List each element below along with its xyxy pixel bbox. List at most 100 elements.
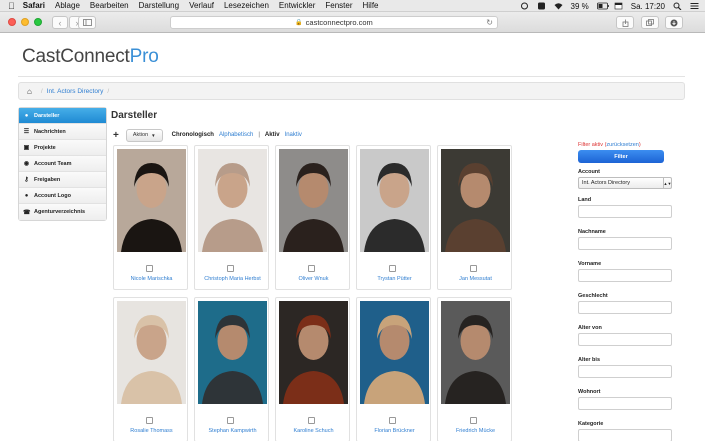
actor-select-checkbox[interactable] [308, 265, 315, 272]
filter-input-field[interactable] [578, 333, 672, 346]
sidebar-item-darsteller[interactable]: ● Darsteller [19, 108, 106, 124]
sort-chronological[interactable]: Chronologisch [172, 132, 214, 138]
sidebar-item-freigaben[interactable]: ⚷ Freigaben [19, 172, 106, 188]
actor-name-link[interactable]: Christoph Maria Herbst [195, 276, 270, 282]
window-minimize-button[interactable] [21, 18, 29, 26]
actor-name-link[interactable]: Stephan Kampwirth [195, 428, 270, 434]
actor-select-checkbox[interactable] [389, 265, 396, 272]
actor-photo[interactable] [117, 149, 186, 252]
actor-card[interactable]: Nicole Marischka [113, 145, 188, 290]
menu-verlauf[interactable]: Verlauf [189, 1, 214, 10]
menu-safari[interactable]: Safari [23, 1, 45, 10]
filter-input-field[interactable] [578, 429, 672, 441]
tabs-overview-button[interactable] [641, 16, 659, 29]
sidebar-item-nachrichten[interactable]: ☰ Nachrichten [19, 124, 106, 140]
actor-name-link[interactable]: Trystan Pütter [357, 276, 432, 282]
share-button[interactable] [616, 16, 634, 29]
actor-photo[interactable] [117, 301, 186, 404]
actor-card[interactable]: Karoline Schuch [275, 297, 350, 441]
actor-select-checkbox[interactable] [146, 265, 153, 272]
actor-select-checkbox[interactable] [146, 417, 153, 424]
breadcrumb-separator: / [40, 87, 43, 95]
actor-name-link[interactable]: Karoline Schuch [276, 428, 351, 434]
window-close-button[interactable] [8, 18, 16, 26]
actor-card[interactable]: Trystan Pütter [356, 145, 431, 290]
window-zoom-button[interactable] [34, 18, 42, 26]
actor-name-link[interactable]: Nicole Marischka [114, 276, 189, 282]
caret-down-icon: ▼ [151, 132, 156, 138]
sidebar-item-agenturverzeichnis[interactable]: ☎ Agenturverzeichnis [19, 204, 106, 220]
sidebar-icon [82, 19, 92, 26]
actor-card[interactable]: Florian Brückner [356, 297, 431, 441]
filter-button[interactable]: Filter [578, 150, 664, 163]
menu-darstellung[interactable]: Darstellung [139, 1, 179, 10]
menu-entwickler[interactable]: Entwickler [279, 1, 315, 10]
actor-select-checkbox[interactable] [470, 417, 477, 424]
filter-input-field[interactable] [578, 301, 672, 314]
sync-icon[interactable] [520, 2, 529, 10]
actor-select-checkbox[interactable] [308, 417, 315, 424]
actor-name-link[interactable]: Rosalie Thomass [114, 428, 189, 434]
filter-active-toggle[interactable]: Aktiv [265, 132, 280, 138]
reload-icon[interactable]: ↻ [486, 17, 493, 29]
actor-photo[interactable] [441, 301, 510, 404]
input-language-icon[interactable] [614, 2, 623, 10]
actor-select-checkbox[interactable] [227, 417, 234, 424]
clock[interactable]: Sa. 17:20 [631, 2, 665, 11]
sidebar-item-account-team[interactable]: ◉ Account Team [19, 156, 106, 172]
wifi-icon[interactable] [554, 2, 563, 10]
menu-bearbeiten[interactable]: Bearbeiten [90, 1, 129, 10]
actor-card[interactable]: Jan Messutat [437, 145, 512, 290]
actor-name-link[interactable]: Jan Messutat [438, 276, 513, 282]
filter-input-field[interactable] [578, 205, 672, 218]
actor-photo[interactable] [279, 301, 348, 404]
apple-icon[interactable]:  [8, 1, 15, 11]
app-icon[interactable] [537, 2, 546, 10]
account-select[interactable]: Int. Actors Directory ▲▼ [578, 177, 672, 189]
actor-photo[interactable] [198, 301, 267, 404]
notification-center-icon[interactable] [690, 2, 699, 10]
filter-input-field[interactable] [578, 397, 672, 410]
action-dropdown[interactable]: Aktion ▼ [125, 128, 163, 142]
actor-card[interactable]: Stephan Kampwirth [194, 297, 269, 441]
actor-card[interactable]: Friedrich Mücke [437, 297, 512, 441]
actor-card[interactable]: Christoph Maria Herbst [194, 145, 269, 290]
breadcrumb-link-directory[interactable]: Int. Actors Directory [47, 88, 104, 95]
spotlight-icon[interactable] [673, 2, 682, 11]
actor-select-checkbox[interactable] [470, 265, 477, 272]
menu-fenster[interactable]: Fenster [325, 1, 352, 10]
filter-input-field[interactable] [578, 365, 672, 378]
actor-name-link[interactable]: Florian Brückner [357, 428, 432, 434]
actor-card[interactable]: Oliver Wnuk [275, 145, 350, 290]
sort-alphabetical[interactable]: Alphabetisch [219, 132, 253, 138]
actor-name-link[interactable]: Friedrich Mücke [438, 428, 513, 434]
actor-name-link[interactable]: Oliver Wnuk [276, 276, 351, 282]
sidebar-toggle-button[interactable] [78, 16, 96, 29]
home-icon[interactable]: ⌂ [27, 87, 32, 96]
sidebar-item-projekte[interactable]: ▣ Projekte [19, 140, 106, 156]
filter-inactive-toggle[interactable]: Inaktiv [285, 132, 302, 138]
add-actor-button[interactable]: + [113, 130, 119, 141]
actor-select-checkbox[interactable] [227, 265, 234, 272]
site-logo[interactable]: CastConnectPro [22, 46, 159, 68]
filter-input-field[interactable] [578, 269, 672, 282]
menu-ablage[interactable]: Ablage [55, 1, 80, 10]
menu-hilfe[interactable]: Hilfe [362, 1, 378, 10]
actor-photo[interactable] [360, 301, 429, 404]
battery-icon[interactable] [596, 2, 609, 10]
user-icon: ● [24, 112, 29, 119]
address-bar[interactable]: 🔒 castconnectpro.com ↻ [170, 16, 498, 29]
actor-select-checkbox[interactable] [389, 417, 396, 424]
filter-input-field[interactable] [578, 237, 672, 250]
actor-photo[interactable] [360, 149, 429, 252]
back-button[interactable]: ‹ [52, 16, 68, 29]
sidebar-item-account-logo[interactable]: ● Account Logo [19, 188, 106, 204]
actor-photo[interactable] [279, 149, 348, 252]
filter-reset-link[interactable]: zurücksetzen [606, 142, 638, 148]
downloads-button[interactable] [665, 16, 683, 29]
menu-lesezeichen[interactable]: Lesezeichen [224, 1, 269, 10]
actor-photo[interactable] [441, 149, 510, 252]
actor-photo[interactable] [198, 149, 267, 252]
os-menubar:  Safari Ablage Bearbeiten Darstellung V… [0, 0, 705, 12]
actor-card[interactable]: Rosalie Thomass [113, 297, 188, 441]
